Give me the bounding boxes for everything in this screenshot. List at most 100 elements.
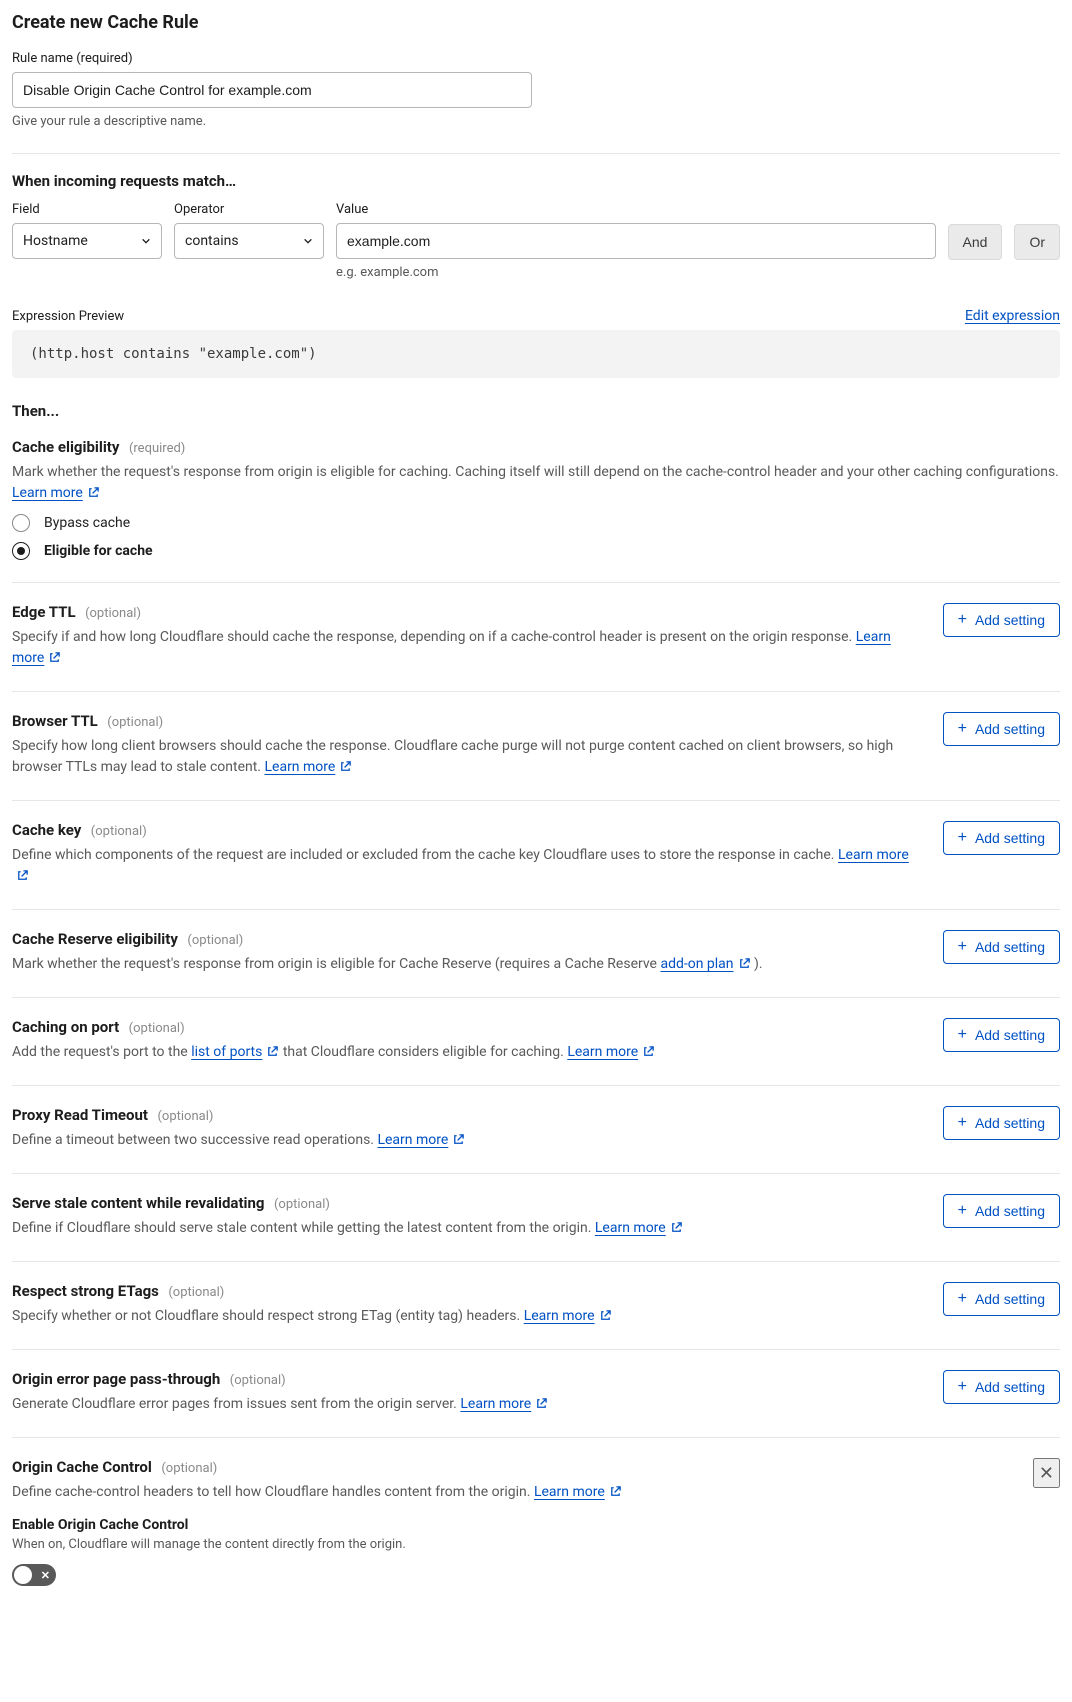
origin-cache-control-tag: (optional) <box>161 1461 217 1476</box>
external-link-icon <box>452 1133 465 1146</box>
caching-port-desc: Add the request's port to the list of po… <box>12 1042 923 1063</box>
stale-content-tag: (optional) <box>274 1197 330 1212</box>
close-icon[interactable]: ✕ <box>1033 1458 1060 1488</box>
chevron-down-icon <box>141 236 151 246</box>
field-select-value: Hostname <box>23 233 88 249</box>
enable-occ-desc: When on, Cloudflare will manage the cont… <box>12 1537 1060 1552</box>
external-link-icon <box>16 869 29 882</box>
addon-plan-link[interactable]: add-on plan <box>660 956 733 972</box>
operator-label: Operator <box>174 202 324 217</box>
operator-select-value: contains <box>185 233 239 249</box>
browser-ttl-add-button[interactable]: +Add setting <box>943 712 1060 746</box>
expression-preview: (http.host contains "example.com") <box>12 330 1060 378</box>
cache-reserve-tag: (optional) <box>187 933 243 948</box>
rule-name-label: Rule name (required) <box>12 51 532 66</box>
origin-error-add-button[interactable]: +Add setting <box>943 1370 1060 1404</box>
plus-icon: + <box>958 939 967 955</box>
cache-key-add-button[interactable]: +Add setting <box>943 821 1060 855</box>
external-link-icon <box>609 1485 622 1498</box>
origin-error-learn-more[interactable]: Learn more <box>460 1396 531 1412</box>
proxy-read-title: Proxy Read Timeout <box>12 1106 148 1124</box>
strong-etags-title: Respect strong ETags <box>12 1282 159 1300</box>
caching-port-tag: (optional) <box>129 1021 185 1036</box>
cache-eligibility-tag: (required) <box>129 441 185 456</box>
cache-eligibility-learn-more[interactable]: Learn more <box>12 485 83 501</box>
eligible-cache-label: Eligible for cache <box>44 543 153 559</box>
stale-content-title: Serve stale content while revalidating <box>12 1194 264 1212</box>
then-heading: Then... <box>12 402 1060 420</box>
value-input[interactable] <box>336 223 936 259</box>
external-link-icon <box>339 760 352 773</box>
bypass-cache-label: Bypass cache <box>44 515 130 531</box>
browser-ttl-desc: Specify how long client browsers should … <box>12 736 923 778</box>
or-button[interactable]: Or <box>1014 224 1060 260</box>
plus-icon: + <box>958 830 967 846</box>
rule-name-input[interactable] <box>12 72 532 108</box>
cache-eligibility-desc: Mark whether the request's response from… <box>12 462 1060 504</box>
strong-etags-add-button[interactable]: +Add setting <box>943 1282 1060 1316</box>
chevron-down-icon <box>303 236 313 246</box>
plus-icon: + <box>958 1115 967 1131</box>
rule-name-helper: Give your rule a descriptive name. <box>12 114 532 129</box>
plus-icon: + <box>958 1291 967 1307</box>
enable-occ-toggle[interactable]: ✕ <box>12 1564 56 1586</box>
plus-icon: + <box>958 721 967 737</box>
edge-ttl-desc: Specify if and how long Cloudflare shoul… <box>12 627 923 669</box>
expression-label: Expression Preview <box>12 309 124 324</box>
edge-ttl-add-button[interactable]: +Add setting <box>943 603 1060 637</box>
external-link-icon <box>670 1221 683 1234</box>
field-label: Field <box>12 202 162 217</box>
external-link-icon <box>266 1045 279 1058</box>
caching-port-learn-more[interactable]: Learn more <box>567 1044 638 1060</box>
field-select[interactable]: Hostname <box>12 223 162 259</box>
plus-icon: + <box>958 1379 967 1395</box>
value-label: Value <box>336 202 936 217</box>
external-link-icon <box>535 1397 548 1410</box>
toggle-off-icon: ✕ <box>41 1569 50 1582</box>
external-link-icon <box>87 486 100 499</box>
proxy-read-desc: Define a timeout between two successive … <box>12 1130 923 1151</box>
proxy-read-add-button[interactable]: +Add setting <box>943 1106 1060 1140</box>
proxy-read-learn-more[interactable]: Learn more <box>377 1132 448 1148</box>
browser-ttl-learn-more[interactable]: Learn more <box>264 759 335 775</box>
toggle-knob <box>14 1566 32 1584</box>
proxy-read-tag: (optional) <box>157 1109 213 1124</box>
eligible-cache-radio[interactable]: Eligible for cache <box>12 542 1060 560</box>
edge-ttl-title: Edge TTL <box>12 603 76 621</box>
edge-ttl-tag: (optional) <box>85 606 141 621</box>
cache-key-desc: Define which components of the request a… <box>12 845 923 887</box>
cache-key-learn-more[interactable]: Learn more <box>838 847 909 863</box>
enable-occ-title: Enable Origin Cache Control <box>12 1517 1060 1533</box>
cache-reserve-desc: Mark whether the request's response from… <box>12 954 923 975</box>
page-title: Create new Cache Rule <box>12 12 1060 33</box>
strong-etags-desc: Specify whether or not Cloudflare should… <box>12 1306 923 1327</box>
operator-select[interactable]: contains <box>174 223 324 259</box>
external-link-icon <box>599 1309 612 1322</box>
plus-icon: + <box>958 1203 967 1219</box>
origin-cache-control-title: Origin Cache Control <box>12 1458 152 1476</box>
browser-ttl-tag: (optional) <box>107 715 163 730</box>
cache-reserve-title: Cache Reserve eligibility <box>12 930 178 948</box>
strong-etags-learn-more[interactable]: Learn more <box>524 1308 595 1324</box>
and-button[interactable]: And <box>948 224 1003 260</box>
stale-content-learn-more[interactable]: Learn more <box>595 1220 666 1236</box>
caching-port-add-button[interactable]: +Add setting <box>943 1018 1060 1052</box>
match-heading: When incoming requests match… <box>12 172 1060 190</box>
origin-error-title: Origin error page pass-through <box>12 1370 220 1388</box>
origin-cache-control-learn-more[interactable]: Learn more <box>534 1484 605 1500</box>
origin-cache-control-desc: Define cache-control headers to tell how… <box>12 1482 1013 1503</box>
bypass-cache-radio[interactable]: Bypass cache <box>12 514 1060 532</box>
list-of-ports-link[interactable]: list of ports <box>191 1044 262 1060</box>
cache-key-tag: (optional) <box>91 824 147 839</box>
plus-icon: + <box>958 612 967 628</box>
external-link-icon <box>48 651 61 664</box>
value-hint: e.g. example.com <box>336 265 936 280</box>
external-link-icon <box>738 957 751 970</box>
edit-expression-link[interactable]: Edit expression <box>965 308 1060 324</box>
cache-key-title: Cache key <box>12 821 81 839</box>
origin-error-desc: Generate Cloudflare error pages from iss… <box>12 1394 923 1415</box>
cache-reserve-add-button[interactable]: +Add setting <box>943 930 1060 964</box>
stale-content-desc: Define if Cloudflare should serve stale … <box>12 1218 923 1239</box>
stale-content-add-button[interactable]: +Add setting <box>943 1194 1060 1228</box>
origin-error-tag: (optional) <box>230 1373 286 1388</box>
